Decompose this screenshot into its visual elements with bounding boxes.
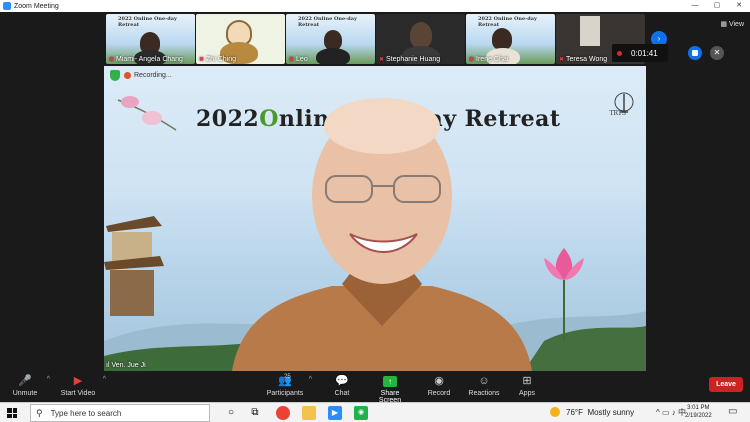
chevron-up-icon[interactable]: ^ [47, 376, 50, 383]
video-off-icon: ▶ [73, 375, 83, 387]
chat-icon: 💬 [335, 375, 349, 387]
chevron-up-icon: ^ [656, 408, 660, 417]
share-screen-button[interactable]: ↑ Share Screen [370, 374, 410, 404]
meeting-toolbar: 🎤 Unmute ^ ▶ Start Video ^ 👥 25 Particip… [0, 371, 750, 404]
search-icon: ⚲ [36, 407, 43, 418]
unmute-button[interactable]: 🎤 Unmute ^ [8, 374, 50, 397]
apps-button[interactable]: ⊞ Apps [516, 374, 538, 397]
weather-widget[interactable]: 76°F Mostly sunny [550, 407, 634, 417]
thumb-banner-text: 2022 Online One-day Retreat [478, 16, 537, 28]
participant-thumb-zhi-ching[interactable]: ✖ Zhi Ching [196, 14, 285, 64]
signal-bars-icon: ıl [106, 362, 110, 369]
lotus-branch-illustration [117, 96, 177, 131]
lotus-flower-illustration [544, 248, 584, 340]
thumb-banner-text: 2022 Online One-day Retreat [118, 16, 177, 28]
chevron-up-icon[interactable]: ^ [309, 376, 312, 383]
participant-name: ✖ Miami- Angela Chang [109, 56, 183, 63]
participant-video [492, 28, 512, 50]
participants-count: 25 [284, 374, 291, 380]
reactions-icon: ☺ [478, 375, 490, 387]
recording-indicator: Recording... [124, 70, 172, 81]
participant-thumb-leo[interactable]: 2022 Online One-day Retreat ✖ Leo [286, 14, 375, 64]
system-tray[interactable]: ^ ▭ ♪ 中 [656, 407, 686, 418]
taskbar-search-input[interactable]: ⚲ Type here to search [30, 404, 210, 422]
windows-start-icon[interactable] [7, 408, 17, 418]
apps-icon: ⊞ [522, 375, 532, 387]
participants-button[interactable]: 👥 25 Participants ^ [266, 374, 312, 397]
chat-button[interactable]: 💬 Chat [330, 374, 354, 397]
zoom-logo-icon [3, 2, 11, 10]
speaker-video-feed [232, 98, 532, 371]
mic-muted-icon: 🎤 [18, 375, 32, 387]
notification-icon[interactable]: ▭ [728, 406, 737, 417]
sun-icon [550, 407, 560, 417]
record-icon: ◉ [434, 375, 444, 387]
stop-recording-button[interactable] [688, 46, 702, 60]
maximize-button[interactable]: ▢ [706, 0, 728, 12]
participant-video [324, 30, 342, 50]
window-controls: — ▢ ✕ [684, 0, 750, 12]
view-button[interactable]: ▦ View [720, 20, 744, 28]
participant-name: ✖ Leo [289, 56, 308, 63]
participant-name: ✖ Zhi Ching [199, 56, 236, 63]
mic-muted-icon: ✖ [109, 57, 115, 63]
mic-muted-icon: ✖ [199, 57, 205, 63]
active-speaker-video: 2022Online One-day Retreat TRTS Recordin… [104, 66, 646, 371]
security-shield-icon[interactable] [110, 70, 120, 81]
cortana-icon[interactable]: ○ [224, 406, 238, 420]
participant-name: ✖ Irene Chai [469, 56, 509, 63]
mic-muted-icon: ✖ [469, 57, 475, 63]
participant-body [316, 48, 350, 64]
reactions-button[interactable]: ☺ Reactions [468, 374, 500, 397]
start-video-button[interactable]: ▶ Start Video ^ [58, 374, 106, 397]
temple-illustration [104, 216, 164, 316]
leave-button[interactable]: Leave [709, 377, 743, 392]
file-explorer-icon[interactable] [302, 406, 316, 420]
participant-name: ✖ Teresa Wong [559, 56, 608, 63]
share-screen-icon: ↑ [370, 374, 410, 388]
line-app-icon[interactable]: ◉ [354, 406, 368, 420]
mic-muted-icon: ✖ [559, 57, 565, 63]
participant-video [580, 16, 600, 46]
taskbar-clock[interactable]: 3:01 PM 2/19/2022 [685, 404, 712, 420]
window-title: Zoom Meeting [14, 2, 59, 10]
zoom-app-icon[interactable]: ▶ [328, 406, 342, 420]
record-button[interactable]: ◉ Record [426, 374, 452, 397]
record-dot-icon [124, 72, 131, 79]
participant-thumb-irene[interactable]: 2022 Online One-day Retreat ✖ Irene Chai [466, 14, 555, 64]
volume-icon: ♪ [671, 408, 676, 417]
chevron-up-icon[interactable]: ^ [103, 376, 106, 383]
chrome-icon[interactable] [276, 406, 290, 420]
thumb-banner-text: 2022 Online One-day Retreat [298, 16, 357, 28]
chevron-right-icon: › [657, 34, 661, 43]
window-titlebar: Zoom Meeting — ▢ ✕ [0, 0, 750, 12]
emblem-text: TRTS [609, 110, 626, 117]
network-icon: ▭ [662, 408, 670, 417]
participant-video [410, 22, 432, 48]
windows-taskbar: ⚲ Type here to search ○ ⧉ ▶ ◉ 76°F Mostl… [0, 402, 750, 422]
task-view-icon[interactable]: ⧉ [248, 406, 262, 420]
recording-time: 0:01:41 [631, 48, 658, 58]
participant-thumb-stephanie[interactable]: ✖ Stephanie Huang [376, 14, 465, 64]
mic-off-icon[interactable]: ✕ [710, 46, 724, 60]
recording-timer: 0:01:41 [612, 44, 668, 62]
temple-emblem-logo [614, 92, 634, 113]
mic-muted-icon: ✖ [379, 57, 385, 63]
minimize-button[interactable]: — [684, 0, 706, 12]
close-button[interactable]: ✕ [728, 0, 750, 12]
recording-dot-icon [617, 50, 622, 56]
participant-name: ✖ Stephanie Huang [379, 56, 441, 63]
mic-muted-icon: ✖ [289, 57, 295, 63]
speaker-name-label: ıl Ven. Jue Ji [106, 362, 146, 369]
participant-thumb-angela[interactable]: 2022 Online One-day Retreat ✖ Miami- Ange… [106, 14, 195, 64]
